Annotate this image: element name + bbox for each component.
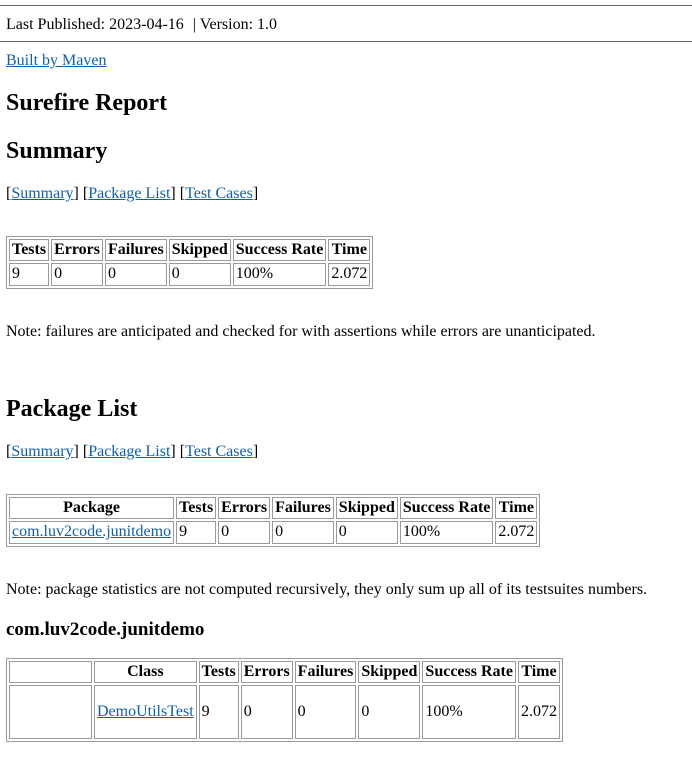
table-header-row: Tests Errors Failures Skipped Success Ra… — [9, 239, 371, 262]
col-skipped: Skipped — [358, 661, 421, 684]
cell-errors: 0 — [51, 263, 104, 286]
col-time: Time — [517, 661, 560, 684]
nav-test-cases-link[interactable]: Test Cases — [185, 185, 253, 202]
nav-package-list-link[interactable]: Package List — [88, 443, 170, 460]
col-class: Class — [94, 661, 197, 684]
col-success-rate: Success Rate — [422, 661, 516, 684]
col-errors: Errors — [218, 497, 271, 520]
cell-time: 2.072 — [328, 263, 371, 286]
banner-bottom-rule — [0, 41, 692, 42]
col-errors: Errors — [51, 239, 104, 262]
cell-success-rate: 100% — [232, 263, 327, 286]
package-detail-heading: com.luv2code.junitdemo — [6, 619, 205, 640]
cell-errors: 0 — [240, 685, 293, 740]
package-list-note: Note: package statistics are not compute… — [6, 581, 648, 598]
col-icon — [9, 661, 92, 684]
banner-separator: | — [192, 16, 196, 33]
nav-package-list-link[interactable]: Package List — [88, 185, 170, 202]
section-nav-summary: [Summary] [Package List] [Test Cases] — [6, 185, 259, 202]
cell-tests: 9 — [176, 521, 217, 544]
package-list-table: Package Tests Errors Failures Skipped Su… — [6, 494, 541, 547]
table-header-row: Package Tests Errors Failures Skipped Su… — [9, 497, 538, 520]
cell-package: com.luv2code.junitdemo — [9, 521, 175, 544]
summary-note: Note: failures are anticipated and check… — [6, 323, 596, 340]
banner: Last Published: 2023-04-16 | Version: 1.… — [6, 16, 277, 34]
col-errors: Errors — [240, 661, 293, 684]
nav-summary-link[interactable]: Summary — [11, 443, 73, 460]
summary-table: Tests Errors Failures Skipped Success Ra… — [6, 236, 374, 289]
table-header-row: Class Tests Errors Failures Skipped Succ… — [9, 661, 560, 684]
table-row: com.luv2code.junitdemo 9 0 0 0 100% 2.07… — [9, 521, 538, 544]
col-success-rate: Success Rate — [399, 497, 494, 520]
package-link[interactable]: com.luv2code.junitdemo — [12, 523, 171, 540]
last-published: Last Published: 2023-04-16 — [6, 16, 184, 33]
cell-skipped: 0 — [358, 685, 421, 740]
col-tests: Tests — [198, 661, 239, 684]
col-skipped: Skipped — [168, 239, 231, 262]
cell-time: 2.072 — [517, 685, 560, 740]
col-time: Time — [328, 239, 371, 262]
cell-failures: 0 — [272, 521, 334, 544]
col-skipped: Skipped — [335, 497, 398, 520]
built-by-maven-link[interactable]: Built by Maven — [6, 52, 106, 70]
cell-tests: 9 — [198, 685, 239, 740]
cell-class: DemoUtilsTest — [94, 685, 197, 740]
summary-heading: Summary — [6, 138, 108, 164]
cell-skipped: 0 — [168, 263, 231, 286]
col-package: Package — [9, 497, 175, 520]
cell-success-rate: 100% — [399, 521, 494, 544]
class-link[interactable]: DemoUtilsTest — [97, 703, 194, 720]
cell-skipped: 0 — [335, 521, 398, 544]
col-failures: Failures — [272, 497, 334, 520]
cell-tests: 9 — [9, 263, 50, 286]
cell-time: 2.072 — [495, 521, 538, 544]
cell-failures: 0 — [105, 263, 167, 286]
cell-icon — [9, 685, 92, 740]
cell-success-rate: 100% — [422, 685, 516, 740]
table-row: 9 0 0 0 100% 2.072 — [9, 263, 371, 286]
col-time: Time — [495, 497, 538, 520]
nav-test-cases-link[interactable]: Test Cases — [185, 443, 253, 460]
package-list-heading: Package List — [6, 396, 138, 422]
version-label: Version: 1.0 — [199, 16, 278, 33]
cell-errors: 0 — [218, 521, 271, 544]
col-tests: Tests — [176, 497, 217, 520]
banner-top-rule — [0, 5, 692, 6]
package-class-table: Class Tests Errors Failures Skipped Succ… — [6, 658, 563, 743]
section-nav-package-list: [Summary] [Package List] [Test Cases] — [6, 443, 259, 460]
table-row: DemoUtilsTest 9 0 0 0 100% 2.072 — [9, 685, 560, 740]
col-tests: Tests — [9, 239, 50, 262]
nav-summary-link[interactable]: Summary — [11, 185, 73, 202]
col-failures: Failures — [294, 661, 357, 684]
col-failures: Failures — [105, 239, 167, 262]
cell-failures: 0 — [294, 685, 357, 740]
report-title: Surefire Report — [6, 90, 168, 116]
col-success-rate: Success Rate — [232, 239, 327, 262]
